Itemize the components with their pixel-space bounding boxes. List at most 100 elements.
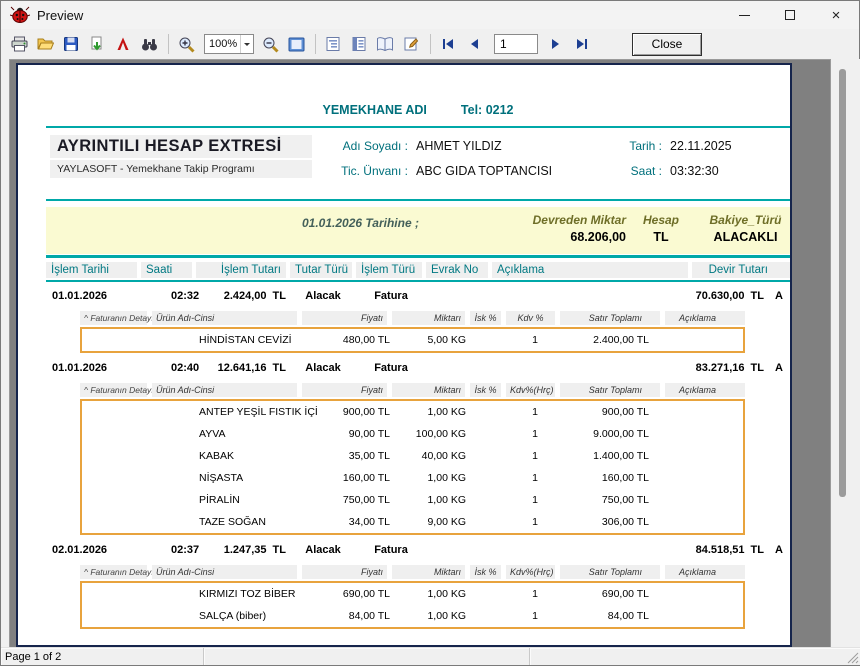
- item-qty: 1,00 KG: [394, 588, 472, 600]
- detail-column-header: Miktarı: [392, 383, 465, 397]
- transaction-block: 02.01.202602:371.247,35TLAlacakFatura84.…: [46, 544, 790, 629]
- detail-column-header: Kdv%(Hrç): [506, 383, 555, 397]
- zoom-out-button[interactable]: [258, 32, 282, 56]
- binoculars-icon: [141, 37, 158, 52]
- txn-devir-currency: TL: [751, 290, 764, 302]
- invoice-detail-box: ANTEP YEŞİL FISTIK İÇİ900,00 TL1,00 KG19…: [80, 399, 745, 535]
- txn-amount: 2.424,00TL: [196, 290, 290, 302]
- last-page-icon: [575, 37, 589, 51]
- pdf-button[interactable]: [111, 32, 135, 56]
- detail-column-header: Kdv%(Hrç): [506, 565, 555, 579]
- detail-column-header: Fiyatı: [302, 383, 387, 397]
- report-subtitle: YAYLASOFT - Yemekhane Takip Programı: [50, 160, 312, 178]
- name-value: AHMET YILDIZ: [416, 139, 502, 153]
- item-name: PİRALİN: [154, 494, 304, 506]
- detail-column-header: Ürün Adı-Cinsi: [152, 311, 297, 325]
- report-title-block: AYRINTILI HESAP EXTRESİ YAYLASOFT - Yeme…: [50, 135, 312, 178]
- ladybug-app-icon: [10, 6, 30, 24]
- item-name: NİŞASTA: [154, 472, 304, 484]
- print-button[interactable]: [7, 32, 31, 56]
- txn-devir-currency: TL: [751, 362, 764, 374]
- pdf-icon: [115, 36, 131, 52]
- invoice-detail-box: KIRMIZI TOZ BİBER690,00 TL1,00 KG1690,00…: [80, 581, 745, 629]
- detail-column-header: İsk %: [470, 565, 501, 579]
- item-kdv: 1: [508, 588, 562, 600]
- txn-devir: 70.630,00TL: [692, 290, 768, 302]
- item-qty: 1,00 KG: [394, 610, 472, 622]
- previous-page-button[interactable]: [462, 32, 486, 56]
- item-total: 900,00 TL: [562, 406, 667, 418]
- txn-devir-value: 83.271,16: [696, 362, 745, 374]
- transactions-list: 01.01.202602:322.424,00TLAlacakFatura70.…: [46, 290, 790, 629]
- minimize-icon: [739, 15, 750, 16]
- preview-window: Preview ×: [0, 0, 860, 666]
- detail-column-header: Ürün Adı-Cinsi: [152, 565, 297, 579]
- company-name: YEMEKHANE ADI: [323, 103, 427, 121]
- preview-canvas: YEMEKHANE ADI Tel: 0212 AYRINTILI HESAP …: [9, 59, 831, 649]
- close-button[interactable]: Close: [632, 33, 702, 56]
- first-page-button[interactable]: [436, 32, 460, 56]
- detail-column-header: İsk %: [470, 311, 501, 325]
- statusbar: Page 1 of 2: [1, 647, 860, 665]
- export-page-icon: [89, 36, 105, 52]
- detail-column-header: Fiyatı: [302, 311, 387, 325]
- last-page-button[interactable]: [570, 32, 594, 56]
- txn-tutar-turu: Alacak: [290, 362, 356, 374]
- next-page-button[interactable]: [544, 32, 568, 56]
- txn-date: 01.01.2026: [46, 290, 141, 302]
- open-folder-icon: [37, 36, 54, 52]
- open-button[interactable]: [33, 32, 57, 56]
- report-date-row: Tarih : 22.11.2025: [598, 139, 732, 153]
- minimize-button[interactable]: [721, 1, 767, 29]
- transaction-row: 01.01.202602:4012.641,16TLAlacakFatura83…: [46, 362, 790, 374]
- report-time-row: Saat : 03:32:30: [598, 164, 719, 178]
- page-number-input[interactable]: [494, 34, 538, 54]
- item-total: 84,00 TL: [562, 610, 667, 622]
- item-kdv: 1: [508, 450, 562, 462]
- txn-time: 02:40: [141, 362, 196, 374]
- item-total: 2.400,00 TL: [562, 334, 667, 346]
- page-list-button[interactable]: [347, 32, 371, 56]
- print-icon: [11, 36, 28, 52]
- save-button[interactable]: [59, 32, 83, 56]
- txn-evrak-no: [426, 290, 492, 302]
- column-header: Tutar Türü: [290, 262, 352, 278]
- resize-grip-icon: [847, 652, 859, 664]
- detail-column-header: Kdv %: [506, 311, 555, 325]
- whole-page-button[interactable]: [284, 32, 308, 56]
- detail-column-header: Açıklama: [665, 311, 745, 325]
- item-name: ANTEP YEŞİL FISTIK İÇİ: [154, 406, 304, 418]
- maximize-button[interactable]: [767, 1, 813, 29]
- item-total: 750,00 TL: [562, 494, 667, 506]
- preview-area: YEMEKHANE ADI Tel: 0212 AYRINTILI HESAP …: [1, 59, 860, 649]
- txn-devir-flag: A: [768, 290, 790, 302]
- find-button[interactable]: [137, 32, 161, 56]
- report-page: YEMEKHANE ADI Tel: 0212 AYRINTILI HESAP …: [16, 63, 792, 647]
- detail-item-row: HİNDİSTAN CEVİZİ480,00 TL5,00 KG12.400,0…: [82, 329, 747, 351]
- item-total: 1.400,00 TL: [562, 450, 667, 462]
- txn-aciklama: [492, 290, 692, 302]
- edit-page-button[interactable]: [399, 32, 423, 56]
- txn-currency: TL: [273, 362, 286, 374]
- page-setup-icon: [325, 36, 341, 52]
- detail-item-row: KABAK35,00 TL40,00 KG11.400,00 TL: [82, 445, 747, 467]
- close-window-button[interactable]: ×: [813, 1, 859, 29]
- zoom-level-combobox[interactable]: 100%: [204, 34, 254, 54]
- item-name: TAZE SOĞAN: [154, 516, 304, 528]
- zoom-in-button[interactable]: [174, 32, 198, 56]
- time-label: Saat :: [598, 164, 662, 178]
- item-price: 690,00 TL: [304, 588, 394, 600]
- zoom-dropdown-arrow-icon[interactable]: [240, 35, 253, 53]
- export-button[interactable]: [85, 32, 109, 56]
- customer-name-row: Adı Soyadı : AHMET YILDIZ: [296, 139, 502, 153]
- two-page-view-button[interactable]: [373, 32, 397, 56]
- detail-item-row: KIRMIZI TOZ BİBER690,00 TL1,00 KG1690,00…: [82, 583, 747, 605]
- transaction-row: 01.01.202602:322.424,00TLAlacakFatura70.…: [46, 290, 790, 302]
- txn-tutar-turu: Alacak: [290, 544, 356, 556]
- vertical-scrollbar-thumb[interactable]: [839, 69, 846, 497]
- toolbar-separator: [315, 34, 316, 54]
- item-name: KIRMIZI TOZ BİBER: [154, 588, 304, 600]
- item-qty: 1,00 KG: [394, 406, 472, 418]
- item-kdv: 1: [508, 610, 562, 622]
- page-setup-button[interactable]: [321, 32, 345, 56]
